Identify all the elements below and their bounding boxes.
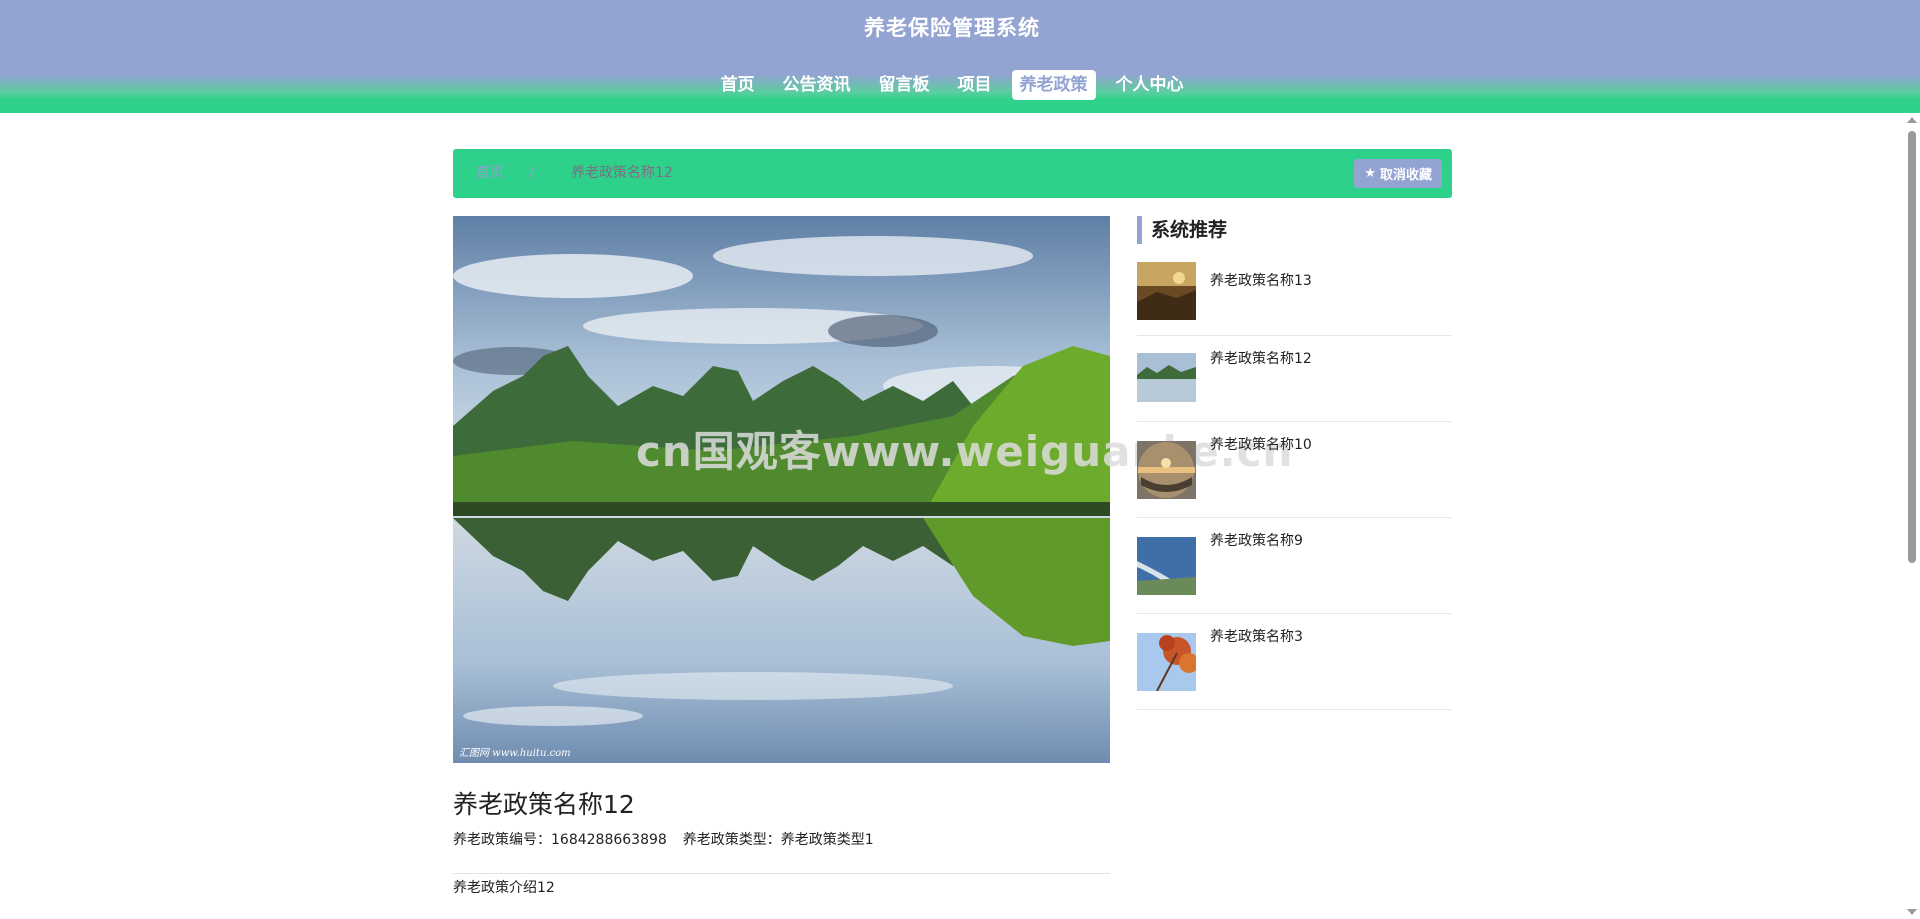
star-icon: ★ <box>1364 166 1376 181</box>
nav-item-pension-policy[interactable]: 养老政策 <box>1011 70 1096 100</box>
recommend-thumb[interactable] <box>1137 441 1196 499</box>
page-scrollbar[interactable] <box>1904 113 1920 919</box>
recommend-thumb-image <box>1137 353 1196 402</box>
detail-divider <box>453 873 1110 874</box>
unfavorite-button[interactable]: ★ 取消收藏 <box>1354 159 1442 188</box>
site-header: 养老保险管理系统 首页 公告资讯 留言板 项目 养老政策 个人中心 <box>0 0 1920 113</box>
breadcrumb-separator: / <box>529 165 534 181</box>
nav-item-personal-center[interactable]: 个人中心 <box>1108 70 1192 100</box>
recommend-thumb-image <box>1137 633 1196 691</box>
unfavorite-button-label: 取消收藏 <box>1379 168 1432 183</box>
policy-intro: 养老政策介绍12 <box>453 880 555 896</box>
main-nav: 首页 公告资讯 留言板 项目 养老政策 个人中心 <box>0 70 1904 100</box>
recommend-thumb[interactable] <box>1137 537 1196 595</box>
recommend-item-name[interactable]: 养老政策名称9 <box>1210 530 1303 550</box>
nav-item-news[interactable]: 公告资讯 <box>775 70 859 100</box>
recommend-item[interactable]: 养老政策名称10 <box>1137 422 1452 518</box>
recommend-thumb[interactable] <box>1137 353 1196 402</box>
breadcrumb-current: 养老政策名称12 <box>571 165 673 181</box>
policy-type: 养老政策类型：养老政策类型1 <box>682 832 874 848</box>
breadcrumb-home-link[interactable]: 首页 <box>476 149 504 198</box>
recommend-item[interactable]: 养老政策名称9 <box>1137 518 1452 614</box>
nav-item-home[interactable]: 首页 <box>713 70 763 100</box>
recommend-item-name[interactable]: 养老政策名称10 <box>1210 434 1312 454</box>
scroll-up-arrow-icon[interactable] <box>1907 117 1917 123</box>
nav-item-projects[interactable]: 项目 <box>950 70 1000 100</box>
recommend-thumb[interactable] <box>1137 633 1196 691</box>
recommend-item-name[interactable]: 养老政策名称3 <box>1210 626 1303 646</box>
recommend-item-name[interactable]: 养老政策名称13 <box>1210 270 1312 290</box>
landscape-photo <box>453 216 1110 763</box>
recommend-item[interactable]: 养老政策名称13 <box>1137 258 1452 336</box>
recommend-item[interactable]: 养老政策名称3 <box>1137 614 1452 710</box>
policy-title: 养老政策名称12 <box>453 790 635 819</box>
policy-code: 养老政策编号：1684288663898 <box>453 832 667 848</box>
recommend-item[interactable]: 养老政策名称12 <box>1137 336 1452 422</box>
recommend-thumb-image <box>1137 441 1196 499</box>
image-caption: 汇图网 www.huitu.com <box>459 748 571 759</box>
scroll-down-arrow-icon[interactable] <box>1907 909 1917 915</box>
nav-item-message-board[interactable]: 留言板 <box>871 70 938 100</box>
recommend-list: 养老政策名称13 养老政策名称12 养老政策名称10 养老政策名称9 养老政策名… <box>1137 258 1452 710</box>
breadcrumb: 首页 / 养老政策名称12 ★ 取消收藏 <box>453 149 1452 198</box>
scroll-thumb[interactable] <box>1908 131 1916 563</box>
recommend-thumb-image <box>1137 262 1196 320</box>
recommend-item-name[interactable]: 养老政策名称12 <box>1210 348 1312 368</box>
recommend-panel: 系统推荐 养老政策名称13 养老政策名称12 养老政策名称10 养老政策名称9 … <box>1137 216 1452 710</box>
policy-meta: 养老政策编号：1684288663898 养老政策类型：养老政策类型1 <box>453 829 874 849</box>
recommend-thumb-image <box>1137 537 1196 595</box>
policy-main-image: 汇图网 www.huitu.com <box>453 216 1110 763</box>
recommend-title: 系统推荐 <box>1137 216 1452 244</box>
recommend-thumb[interactable] <box>1137 262 1196 320</box>
site-title: 养老保险管理系统 <box>864 16 1040 40</box>
